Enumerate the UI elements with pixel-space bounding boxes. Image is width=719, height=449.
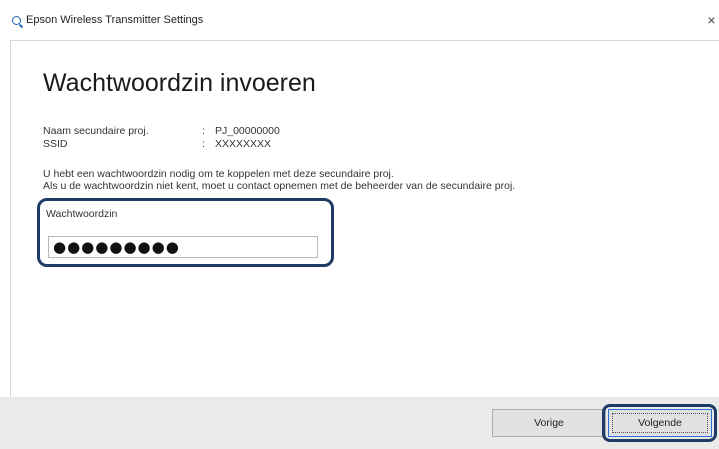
- passphrase-highlight-callout: [37, 198, 334, 267]
- info-label-ssid: SSID: [43, 138, 68, 150]
- next-button-highlight-callout: [602, 404, 717, 442]
- info-colon: :: [202, 138, 205, 150]
- info-value-ssid: XXXXXXXX: [215, 138, 272, 150]
- settings-dialog-window: Epson Wireless Transmitter Settings × Wa…: [0, 0, 719, 449]
- close-icon[interactable]: ×: [704, 10, 719, 30]
- app-icon: [12, 16, 21, 25]
- info-colon: :: [202, 125, 205, 137]
- back-button[interactable]: Vorige: [492, 409, 606, 437]
- window-title: Epson Wireless Transmitter Settings: [26, 14, 204, 26]
- instruction-line-2: Als u de wachtwoordzin niet kent, moet u…: [43, 180, 516, 192]
- info-value-projector-name: PJ_00000000: [215, 125, 280, 137]
- title-bar: Epson Wireless Transmitter Settings ×: [0, 0, 719, 40]
- page-title: Wachtwoordzin invoeren: [43, 69, 316, 97]
- back-button-label: Vorige: [534, 417, 564, 429]
- info-label-projector-name: Naam secundaire proj.: [43, 125, 149, 137]
- instruction-line-1: U hebt een wachtwoordzin nodig om te kop…: [43, 168, 394, 180]
